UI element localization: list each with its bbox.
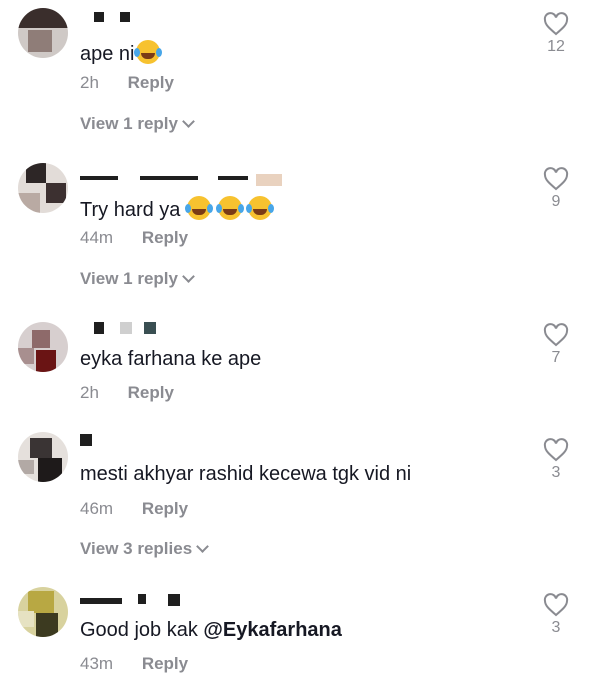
reply-button[interactable]: Reply bbox=[142, 499, 188, 518]
comment-meta: 2h Reply bbox=[80, 73, 174, 93]
like-button[interactable]: 9 bbox=[536, 167, 576, 211]
chevron-down-icon bbox=[196, 540, 210, 553]
comment-meta: 2h Reply bbox=[80, 383, 174, 403]
comment-time: 2h bbox=[80, 383, 99, 402]
comment-time: 43m bbox=[80, 654, 114, 673]
like-count: 9 bbox=[551, 193, 561, 210]
laughing-crying-emoji-icon bbox=[184, 196, 211, 220]
avatar[interactable] bbox=[18, 587, 68, 637]
heart-outline-icon bbox=[543, 12, 569, 36]
reply-button[interactable]: Reply bbox=[142, 654, 188, 673]
username-redacted[interactable] bbox=[80, 12, 260, 28]
like-button[interactable]: 12 bbox=[536, 12, 576, 56]
like-count: 3 bbox=[551, 619, 561, 636]
user-mention[interactable]: @Eykafarhana bbox=[203, 619, 341, 641]
comment-text: eyka farhana ke ape bbox=[80, 348, 262, 370]
view-replies-button[interactable]: View 3 replies bbox=[80, 539, 210, 559]
heart-outline-icon bbox=[543, 167, 569, 191]
heart-outline-icon bbox=[543, 438, 569, 462]
reply-button[interactable]: Reply bbox=[128, 73, 174, 92]
comment-time: 2h bbox=[80, 73, 99, 92]
comment-meta: 43m Reply bbox=[80, 654, 188, 674]
reply-button[interactable]: Reply bbox=[142, 228, 188, 247]
heart-outline-icon bbox=[543, 323, 569, 347]
comment-text: ape ni bbox=[80, 40, 160, 66]
laughing-crying-emoji-icon bbox=[215, 196, 242, 220]
avatar[interactable] bbox=[18, 432, 68, 482]
username-redacted[interactable] bbox=[80, 170, 282, 186]
comment-meta: 46m Reply bbox=[80, 499, 188, 519]
like-count: 7 bbox=[551, 349, 561, 366]
comment-meta: 44m Reply bbox=[80, 228, 188, 248]
like-count: 12 bbox=[547, 38, 565, 55]
avatar[interactable] bbox=[18, 8, 68, 58]
comment-text: Good job kak @Eykafarhana bbox=[80, 619, 342, 641]
like-button[interactable]: 3 bbox=[536, 593, 576, 637]
avatar[interactable] bbox=[18, 322, 68, 372]
comment-text: Try hard ya bbox=[80, 196, 273, 222]
chevron-down-icon bbox=[182, 270, 195, 283]
like-button[interactable]: 3 bbox=[536, 438, 576, 482]
reply-button[interactable]: Reply bbox=[128, 383, 174, 402]
comment-text: mesti akhyar rashid kecewa tgk vid ni bbox=[80, 463, 412, 485]
username-redacted[interactable] bbox=[80, 434, 260, 450]
comment-time: 46m bbox=[80, 499, 114, 518]
chevron-down-icon bbox=[182, 115, 195, 128]
view-replies-button[interactable]: View 1 reply bbox=[80, 269, 195, 289]
laughing-crying-emoji-icon bbox=[246, 196, 273, 220]
view-replies-button[interactable]: View 1 reply bbox=[80, 114, 195, 134]
like-button[interactable]: 7 bbox=[536, 323, 576, 367]
comment-time: 44m bbox=[80, 228, 114, 247]
like-count: 3 bbox=[551, 464, 561, 481]
heart-outline-icon bbox=[543, 593, 569, 617]
username-redacted[interactable] bbox=[80, 594, 260, 610]
laughing-crying-emoji-icon bbox=[133, 40, 160, 64]
username-redacted[interactable] bbox=[80, 322, 260, 338]
avatar[interactable] bbox=[18, 163, 68, 213]
